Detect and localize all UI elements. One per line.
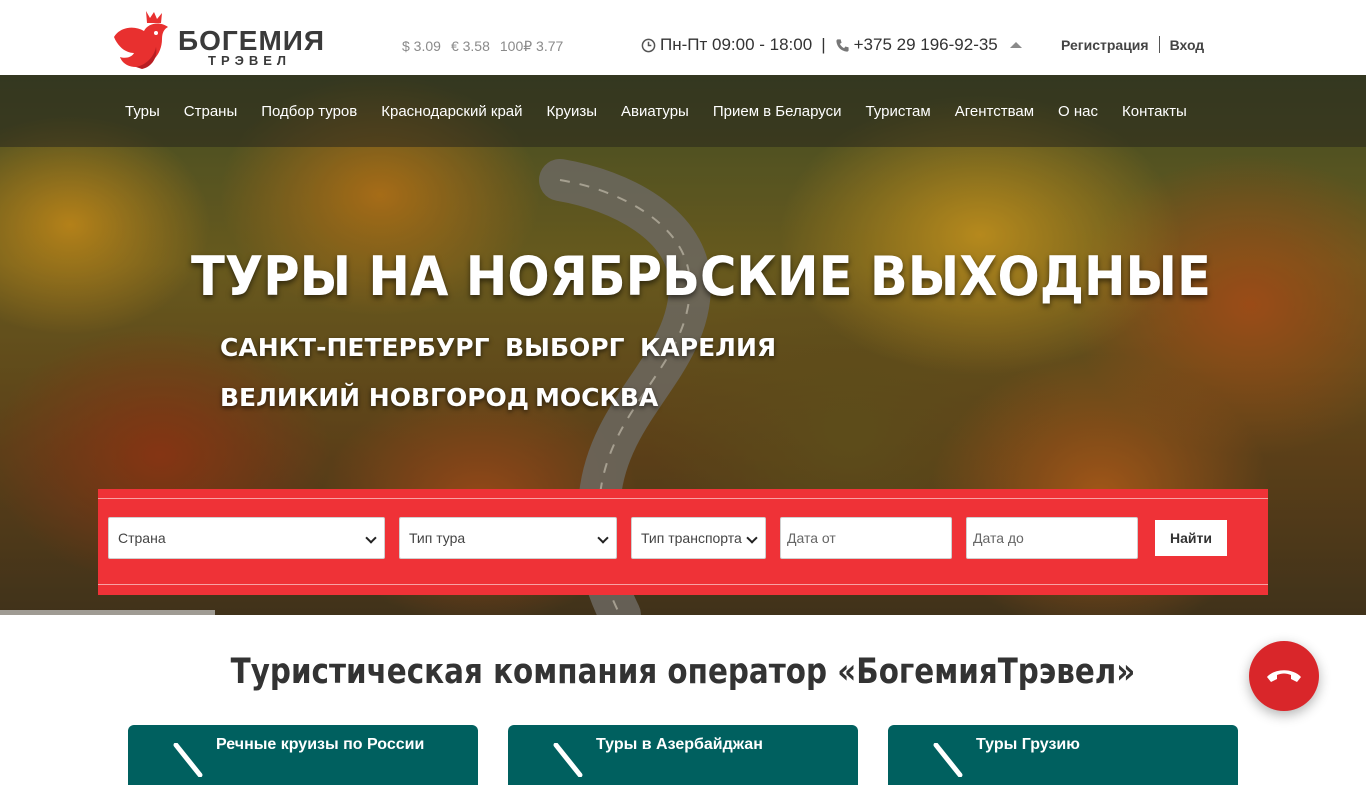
auth-links: Регистрация Вход (1061, 36, 1204, 53)
tour-card-label: Речные круизы по России (216, 736, 425, 753)
destination-link[interactable]: ВЫБОРГ (505, 333, 625, 362)
logo-bird-icon (114, 11, 168, 69)
transport-type-select[interactable]: Тип транспорта (631, 517, 766, 559)
panel-divider-top (98, 498, 1268, 499)
tour-card-label: Туры в Азербайджан (596, 736, 763, 753)
date-from-placeholder: Дата от (787, 530, 836, 546)
nav-belarus[interactable]: Прием в Беларуси (701, 103, 854, 120)
top-header: БОГЕМИЯ ТРЭВЕЛ $ 3.09 € 3.58 100₽ 3.77 П… (0, 0, 1366, 75)
nav-krasnodar[interactable]: Краснодарский край (369, 103, 534, 120)
caret-up-icon[interactable] (1009, 42, 1022, 48)
destination-link[interactable]: КАРЕЛИЯ (640, 333, 776, 362)
brand-subtitle: ТРЭВЕЛ (208, 53, 292, 68)
main-navigation: Туры Страны Подбор туров Краснодарский к… (0, 75, 1366, 147)
tour-search-panel: Страна Тип тура Тип транспорта Дата от Д… (98, 489, 1268, 595)
login-link[interactable]: Вход (1170, 37, 1205, 53)
tour-card[interactable]: Туры в Азербайджан (508, 725, 858, 785)
nav-about[interactable]: О нас (1046, 103, 1110, 120)
panel-divider-bottom (98, 584, 1268, 585)
phone-number[interactable]: +375 29 196-92-35 (854, 35, 998, 55)
tour-type-select-value: Тип тура (409, 530, 466, 546)
nav-tours[interactable]: Туры (113, 103, 172, 120)
working-hours: Пн-Пт 09:00 - 18:00 (660, 35, 813, 54)
contact-info: Пн-Пт 09:00 - 18:00 | +375 29 196-92-35 (641, 35, 1022, 55)
transport-type-select-value: Тип транспорта (641, 530, 742, 546)
hero-title: ТУРЫ НА НОЯБРЬСКИЕ ВЫХОДНЫЕ (191, 245, 1211, 308)
destination-link[interactable]: МОСКВА (535, 383, 658, 412)
nav-contacts[interactable]: Контакты (1110, 103, 1199, 120)
tour-card-label: Туры Грузию (976, 736, 1080, 753)
destination-link[interactable]: САНКТ-ПЕТЕРБУРГ (220, 333, 490, 362)
nav-countries[interactable]: Страны (172, 103, 249, 120)
currency-rates: $ 3.09 € 3.58 100₽ 3.77 (402, 38, 563, 55)
date-from-input[interactable]: Дата от (780, 517, 952, 559)
nav-air-tours[interactable]: Авиатуры (609, 103, 701, 120)
search-button[interactable]: Найти (1155, 520, 1227, 556)
slash-icon (173, 743, 203, 777)
nav-agencies[interactable]: Агентствам (943, 103, 1046, 120)
auth-divider (1158, 36, 1160, 53)
callback-button[interactable] (1249, 641, 1319, 711)
contact-separator: | (821, 35, 826, 54)
slider-progress-bar (0, 610, 215, 615)
brand-logo[interactable]: БОГЕМИЯ ТРЭВЕЛ (112, 9, 327, 71)
country-select-value: Страна (118, 530, 166, 546)
date-to-placeholder: Дата до (973, 530, 1024, 546)
register-link[interactable]: Регистрация (1061, 37, 1149, 53)
slash-icon (553, 743, 583, 777)
country-select[interactable]: Страна (108, 517, 385, 559)
phone-hangup-icon (1267, 670, 1301, 682)
tour-card[interactable]: Туры Грузию (888, 725, 1238, 785)
nav-cruises[interactable]: Круизы (535, 103, 609, 120)
section-title: Туристическая компания оператор «Богемия… (230, 652, 1136, 692)
tour-card[interactable]: Речные круизы по России (128, 725, 478, 785)
nav-tourists[interactable]: Туристам (853, 103, 942, 120)
phone-icon (836, 38, 849, 52)
rate-eur: € 3.58 (450, 38, 490, 54)
rate-usd: $ 3.09 (402, 38, 441, 54)
brand-name: БОГЕМИЯ (178, 25, 326, 56)
rate-rub: 100₽ 3.77 (499, 38, 564, 54)
date-to-input[interactable]: Дата до (966, 517, 1138, 559)
tour-type-select[interactable]: Тип тура (399, 517, 617, 559)
slash-icon (933, 743, 963, 777)
nav-tour-selection[interactable]: Подбор туров (249, 103, 369, 120)
destination-link[interactable]: ВЕЛИКИЙ НОВГОРОД (220, 383, 529, 412)
clock-icon (641, 38, 656, 52)
